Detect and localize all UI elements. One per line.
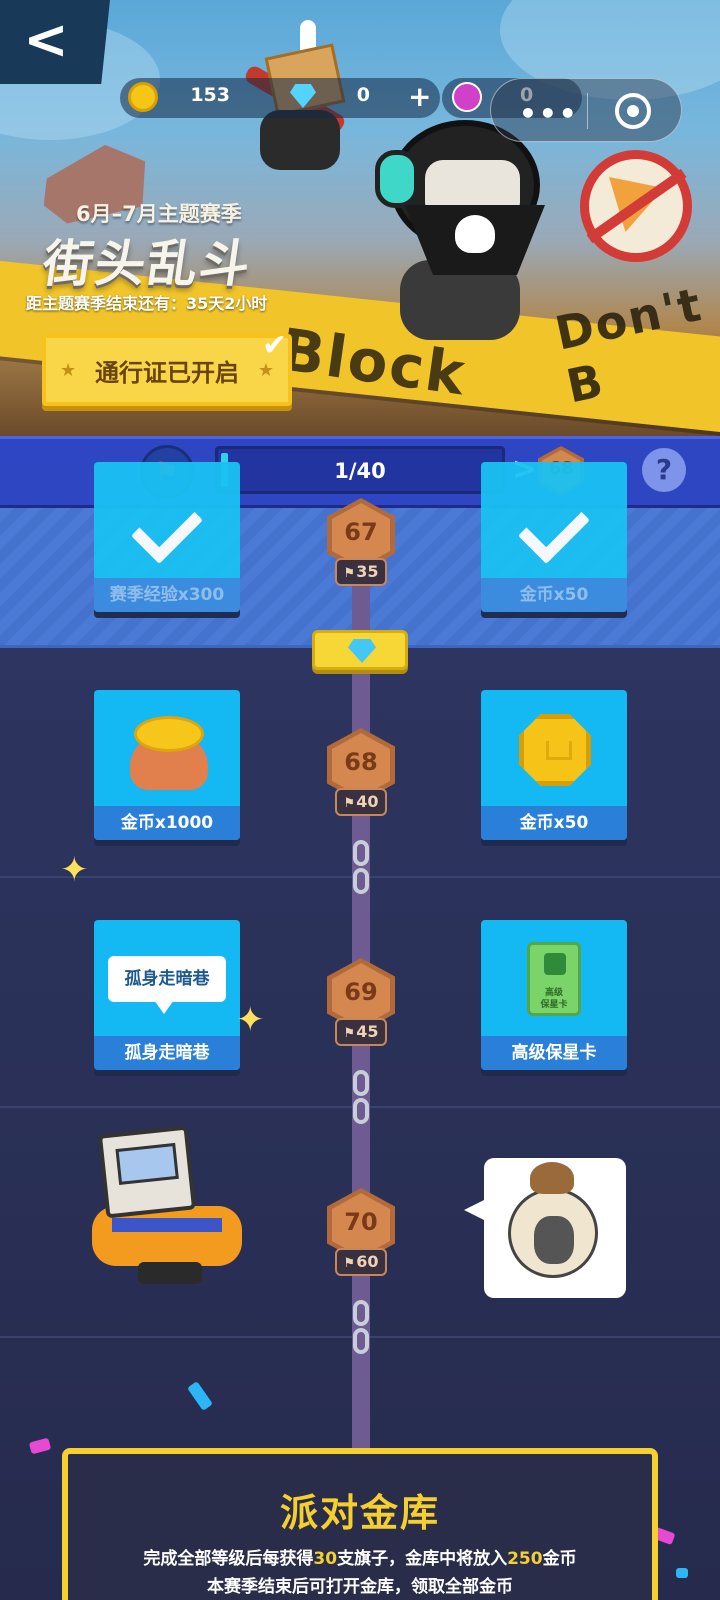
chain-link (353, 1070, 369, 1096)
season-remaining: 距主题赛季结束还有：35天2小时 (26, 294, 268, 313)
chain-link (353, 868, 369, 894)
diamond-icon (348, 639, 376, 663)
no-pizza-sign (580, 150, 692, 262)
flag-requirement: ⚑60 (335, 1248, 387, 1276)
party-vault-panel[interactable]: 派对金库 完成全部等级后每获得30支旗子，金库中将放入250金币 本赛季结束后可… (62, 1448, 658, 1600)
reward-card-coins-50[interactable]: 金币x50 (481, 690, 627, 840)
back-arrow-icon: < (23, 7, 69, 71)
chain-link (353, 840, 369, 866)
progress-text: 1/40 (334, 459, 386, 483)
flag-requirement: ⚑40 (335, 788, 387, 816)
coin-count: 153 (190, 84, 230, 106)
vault-title: 派对金库 (279, 1491, 440, 1535)
check-icon (130, 491, 204, 565)
check-icon (517, 491, 591, 565)
season-title: 街头乱斗 (39, 235, 256, 293)
chain-link (353, 1300, 369, 1326)
flag-requirement: ⚑35 (335, 558, 387, 586)
chain-link (353, 1328, 369, 1354)
sparkle-icon: ✦ (236, 1000, 265, 1040)
coin-icon (519, 714, 591, 786)
coin-bag-icon (124, 710, 214, 790)
chain-link (353, 1098, 369, 1124)
reward-card-title-alley[interactable]: 孤身走暗巷 孤身走暗巷 (94, 920, 240, 1070)
more-menu-icon[interactable]: ••• (519, 97, 579, 130)
flag-icon: ⚑ (343, 566, 356, 581)
reward-label: 赛季经验x300 (94, 578, 240, 612)
miniprogram-capsule: ••• (490, 78, 682, 142)
flag-icon: ⚑ (343, 1256, 356, 1271)
pass-button-label: 通行证已开启 (95, 358, 239, 387)
diamond-count: 0 (356, 84, 370, 106)
party-ticket-icon (452, 82, 482, 112)
season-progress-bar: 1/40 (215, 446, 505, 494)
star-protect-card-icon: 高级 保星卡 (527, 942, 581, 1016)
sheep-sticker-reward[interactable] (464, 1158, 626, 1298)
check-icon: ✔ (262, 328, 288, 363)
reward-label: 金币x50 (481, 578, 627, 612)
title-bubble: 孤身走暗巷 (108, 956, 226, 1014)
close-miniprogram-icon[interactable] (615, 93, 651, 129)
reward-label: 金币x50 (481, 806, 627, 840)
add-diamond-button[interactable]: + (408, 80, 431, 113)
vault-desc-line1: 完成全部等级后每获得30支旗子，金库中将放入250金币 (143, 1549, 577, 1569)
current-position-marker (312, 630, 408, 670)
reward-card-coins-1000[interactable]: 金币x1000 (94, 690, 240, 840)
reward-card-coins[interactable]: 金币x50 (481, 462, 627, 612)
star-icon: ★ (257, 360, 274, 381)
back-button[interactable]: < (0, 0, 110, 84)
help-button[interactable]: ? (642, 448, 686, 492)
confetti (676, 1568, 688, 1578)
flag-icon: ⚑ (343, 1026, 356, 1041)
season-banner: Block Don't B 6月–7月主题赛季 街头乱斗 距主题赛季结束还有：3… (0, 0, 720, 436)
reward-label: 金币x1000 (94, 806, 240, 840)
computer-head-character-skin[interactable] (92, 1125, 242, 1290)
vault-desc-line2: 本赛季结束后可打开金库，领取全部金币 (207, 1577, 513, 1597)
star-icon: ★ (60, 360, 77, 381)
coin-icon (128, 82, 158, 112)
flag-requirement: ⚑45 (335, 1018, 387, 1046)
reward-label: 孤身走暗巷 (94, 1036, 240, 1070)
reward-card-star-protection[interactable]: 高级 保星卡 高级保星卡 (481, 920, 627, 1070)
sparkle-icon: ✦ (60, 850, 89, 890)
flag-icon: ⚑ (343, 796, 356, 811)
pass-activated-button[interactable]: ★ 通行证已开启 ★ (42, 334, 292, 406)
reward-card-season-exp[interactable]: 赛季经验x300 (94, 462, 240, 612)
reward-label: 高级保星卡 (481, 1036, 627, 1070)
